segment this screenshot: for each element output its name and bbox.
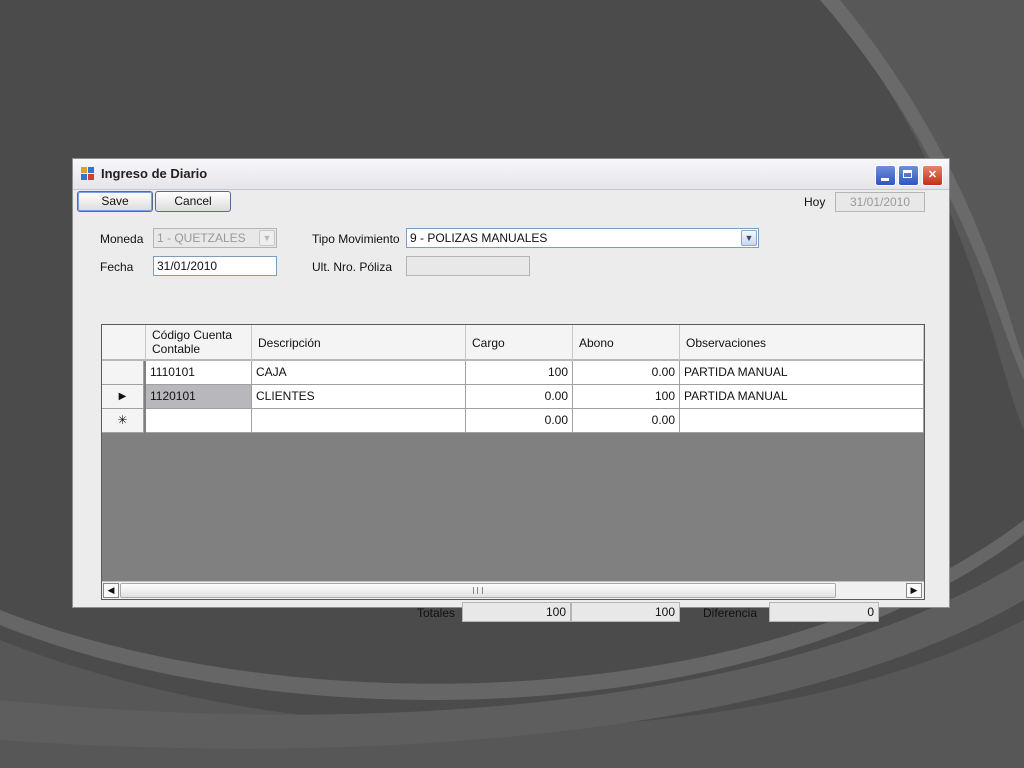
diferencia-field: 0: [769, 602, 879, 622]
grid-corner-header: [102, 325, 146, 361]
save-button[interactable]: Save: [77, 191, 153, 212]
chevron-down-icon[interactable]: ▼: [741, 230, 757, 246]
header-cargo[interactable]: Cargo: [466, 325, 573, 361]
cargo-total-field: 100: [462, 602, 571, 622]
cell-observaciones[interactable]: PARTIDA MANUAL: [680, 361, 924, 385]
cell-codigo[interactable]: 1120101: [146, 385, 252, 409]
grip-icon: [473, 587, 483, 594]
minimize-icon: [881, 178, 889, 181]
window-title: Ingreso de Diario: [101, 166, 208, 181]
cell-abono[interactable]: 100: [573, 385, 680, 409]
moneda-combo[interactable]: 1 - QUETZALES ▼: [153, 228, 277, 248]
journal-entry-window: Ingreso de Diario ✕ Save Cancel Hoy 31/0…: [72, 158, 950, 622]
tipo-movimiento-value: 9 - POLIZAS MANUALES: [410, 231, 548, 245]
moneda-label: Moneda: [100, 232, 144, 246]
cell-descripcion[interactable]: [252, 409, 466, 433]
ult-poliza-field: [406, 256, 530, 276]
header-abono[interactable]: Abono: [573, 325, 680, 361]
moneda-value: 1 - QUETZALES: [157, 231, 246, 245]
cell-descripcion[interactable]: CAJA: [252, 361, 466, 385]
cell-cargo[interactable]: 100: [466, 361, 573, 385]
form-icon: [81, 167, 95, 181]
cell-observaciones[interactable]: [680, 409, 924, 433]
cell-cargo[interactable]: 0.00: [466, 409, 573, 433]
scroll-right-icon[interactable]: ▶: [906, 583, 922, 598]
hoy-label: Hoy: [804, 195, 826, 209]
abono-total-field: 100: [571, 602, 680, 622]
cell-codigo[interactable]: 1110101: [146, 361, 252, 385]
current-row-icon[interactable]: ▶: [102, 385, 144, 409]
tipo-movimiento-combo[interactable]: 9 - POLIZAS MANUALES ▼: [406, 228, 759, 248]
hoy-field: 31/01/2010: [835, 192, 925, 212]
tipo-movimiento-label: Tipo Movimiento: [312, 232, 400, 246]
minimize-button[interactable]: [875, 165, 896, 186]
close-icon: ✕: [927, 169, 938, 181]
horizontal-scrollbar[interactable]: ◀ ▶: [102, 581, 924, 599]
title-bar[interactable]: Ingreso de Diario ✕: [73, 159, 949, 190]
cell-abono[interactable]: 0.00: [573, 409, 680, 433]
fecha-field[interactable]: 31/01/2010: [153, 256, 277, 276]
header-observaciones[interactable]: Observaciones: [680, 325, 924, 361]
cell-abono[interactable]: 0.00: [573, 361, 680, 385]
cell-cargo[interactable]: 0.00: [466, 385, 573, 409]
new-row-icon[interactable]: ✳: [102, 409, 144, 433]
maximize-icon: [903, 170, 912, 178]
form-client-area: Save Cancel Hoy 31/01/2010 Moneda 1 - QU…: [73, 190, 949, 622]
cell-descripcion[interactable]: CLIENTES: [252, 385, 466, 409]
diferencia-label: Diferencia: [703, 606, 758, 620]
header-descripcion[interactable]: Descripción: [252, 325, 466, 361]
close-button[interactable]: ✕: [922, 165, 943, 186]
cancel-button[interactable]: Cancel: [155, 191, 231, 212]
cell-codigo[interactable]: [146, 409, 252, 433]
journal-grid[interactable]: Código Cuenta Contable Descripción Cargo…: [101, 324, 925, 600]
cell-observaciones[interactable]: PARTIDA MANUAL: [680, 385, 924, 409]
chevron-down-icon: ▼: [259, 230, 275, 246]
row-header[interactable]: [102, 361, 144, 385]
header-codigo[interactable]: Código Cuenta Contable: [146, 325, 252, 361]
scrollbar-thumb[interactable]: [120, 583, 836, 598]
maximize-button[interactable]: [898, 165, 919, 186]
fecha-label: Fecha: [100, 260, 134, 274]
scroll-left-icon[interactable]: ◀: [103, 583, 119, 598]
totales-label: Totales: [417, 606, 456, 620]
ult-poliza-label: Ult. Nro. Póliza: [312, 260, 393, 274]
